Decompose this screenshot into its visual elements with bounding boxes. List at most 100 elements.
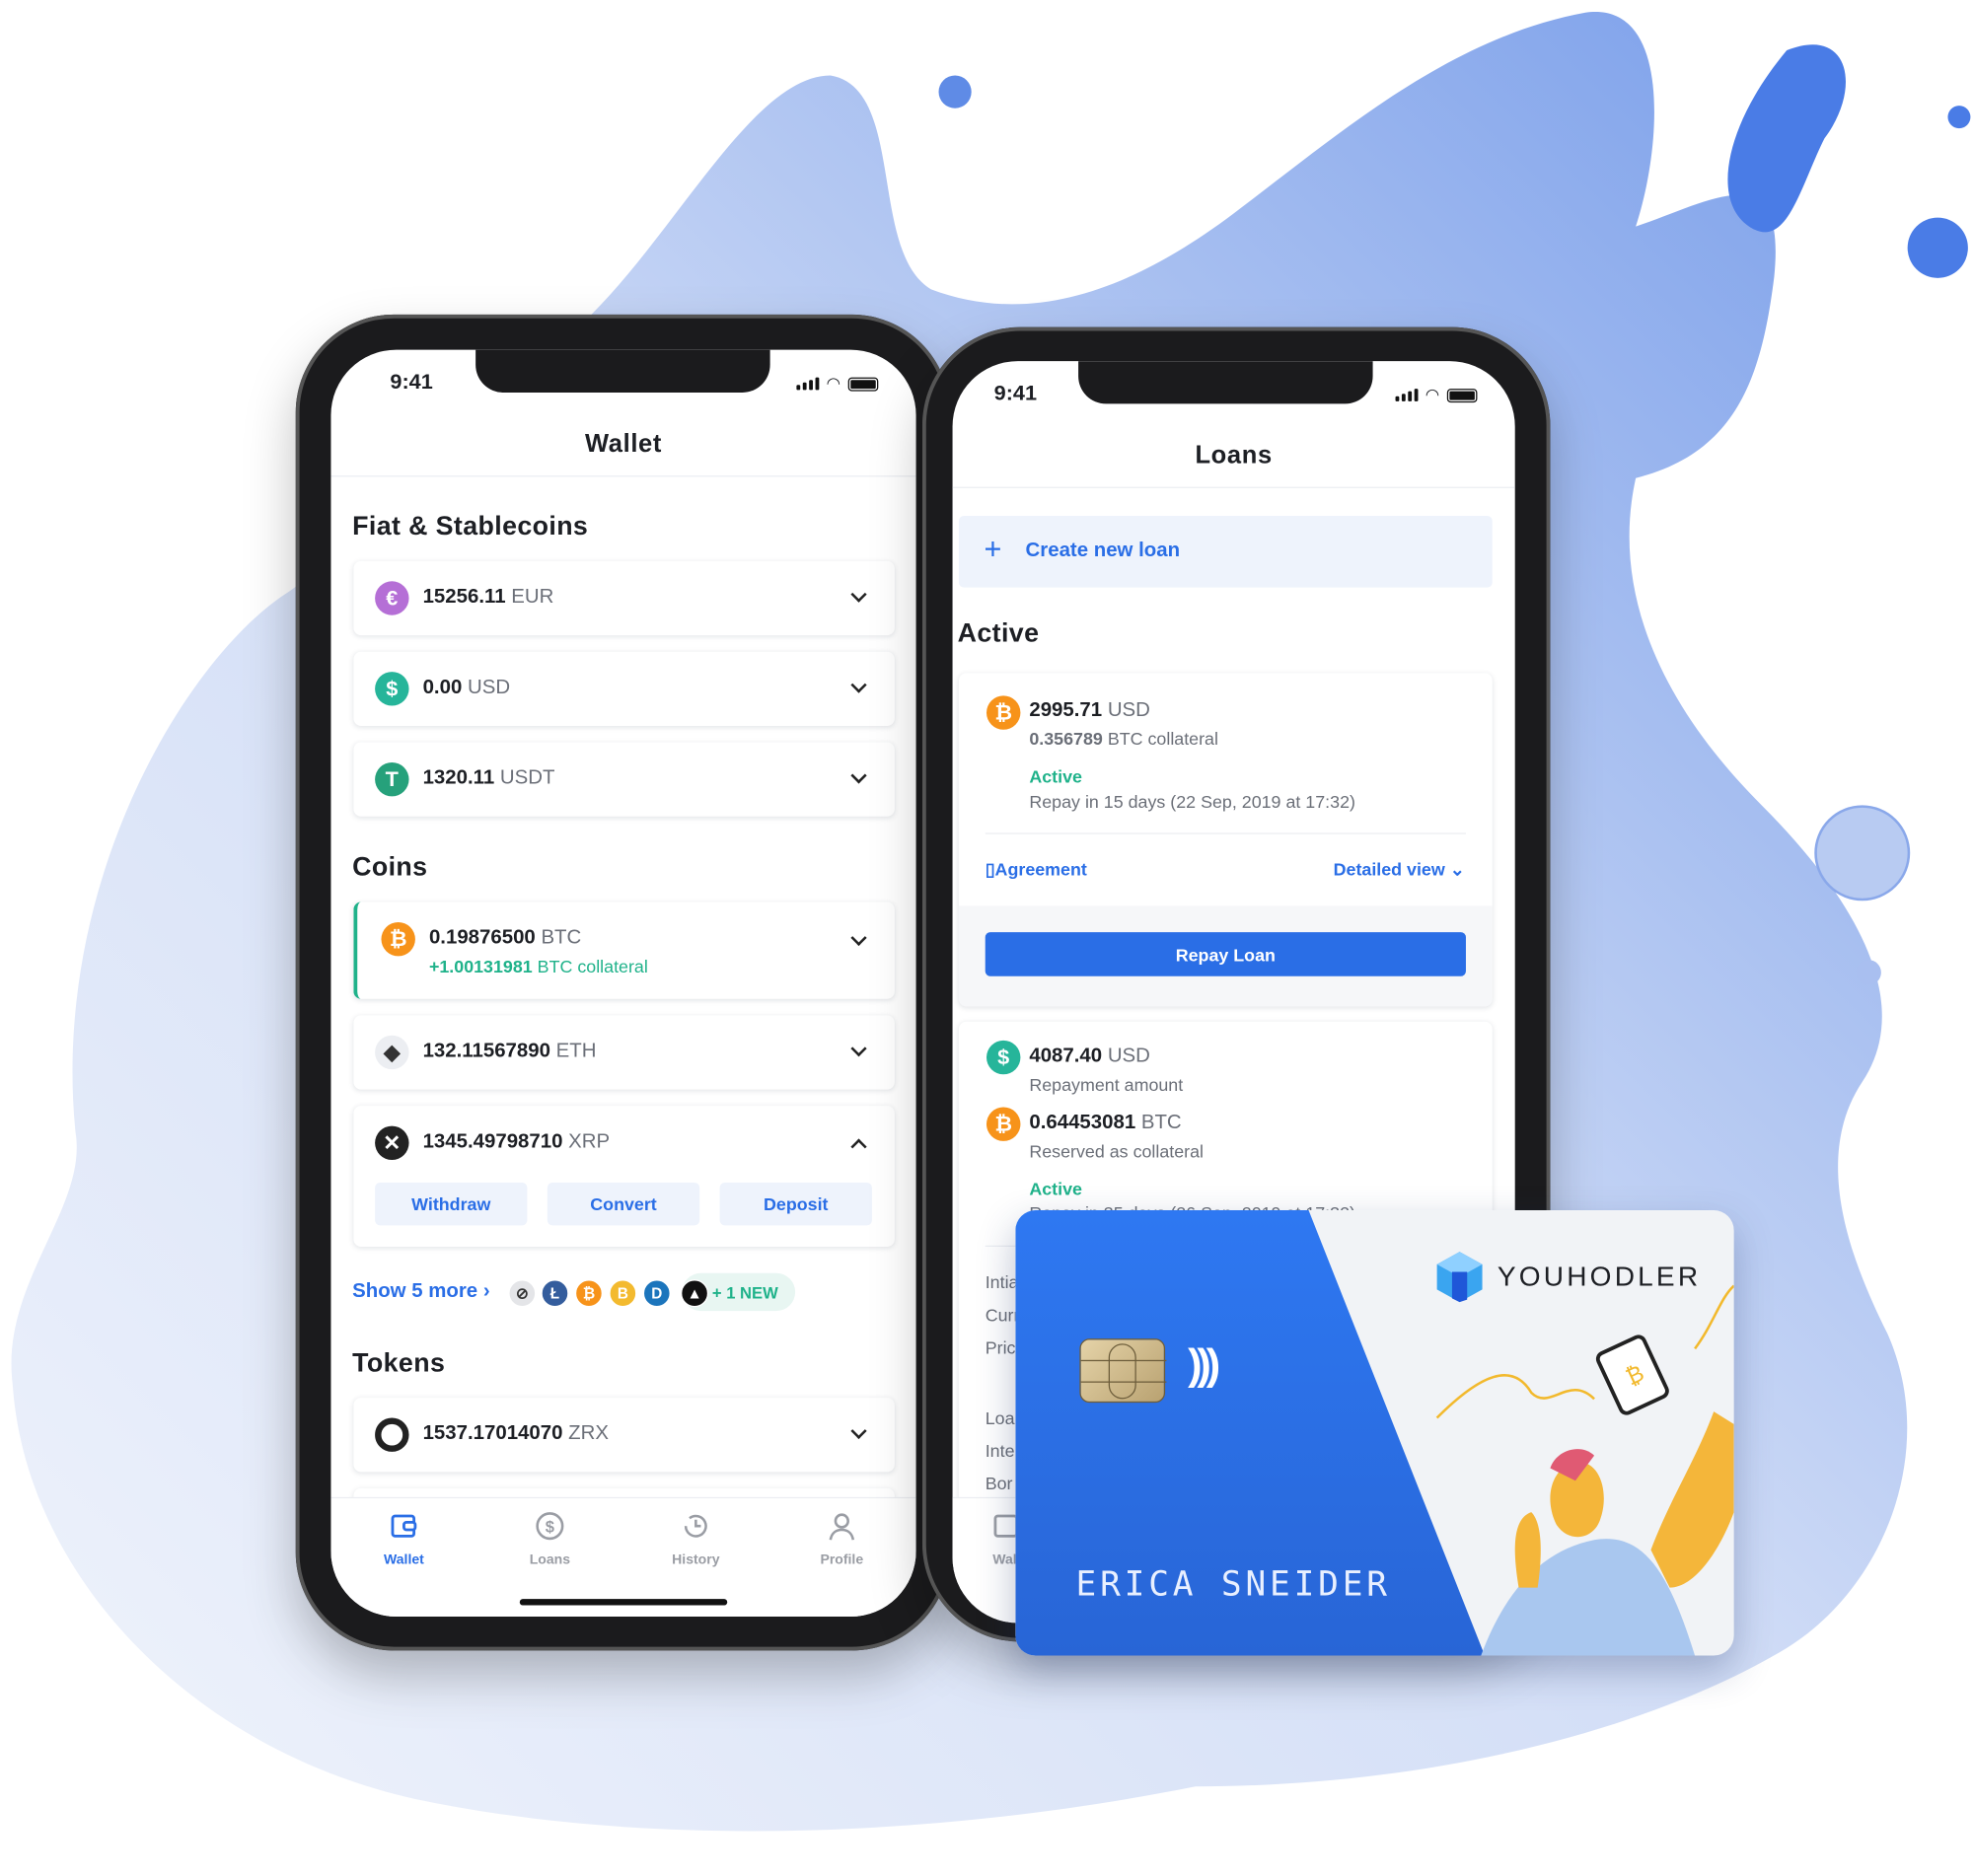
create-loan-label: Create new loan: [1025, 540, 1181, 561]
binance-coin-icon: B: [609, 1279, 637, 1308]
document-icon: ▯: [985, 859, 995, 880]
chevron-down-icon: ⌄: [1449, 859, 1465, 880]
header-divider: [330, 475, 916, 477]
wallet-row-btc[interactable]: ₿ 0.19876500 BTC +1.00131981 BTC collate…: [353, 902, 895, 999]
tab-wallet[interactable]: Wallet: [353, 1511, 454, 1567]
section-coins: Coins: [352, 852, 428, 883]
youhodler-logo-icon: [1436, 1252, 1483, 1303]
status-time: 9:41: [993, 381, 1038, 405]
tab-profile[interactable]: Profile: [791, 1511, 892, 1567]
bank-card: ₿ ))) YOUHODLER ERICA SNEIDER: [1015, 1210, 1734, 1656]
dash-icon: D: [642, 1279, 671, 1308]
section-fiat: Fiat & Stablecoins: [352, 512, 589, 541]
chevron-down-icon[interactable]: [850, 1041, 867, 1057]
tab-label: Wallet: [384, 1551, 424, 1568]
tab-history[interactable]: History: [645, 1511, 746, 1567]
unit: BTC: [1140, 1112, 1182, 1134]
dollar-icon: $: [986, 1040, 1021, 1075]
amount: 0.19876500: [428, 927, 536, 949]
unit: ZRX: [568, 1422, 609, 1445]
card-holder-name: ERICA SNEIDER: [1075, 1564, 1391, 1605]
detail-label: Pric: [985, 1336, 1016, 1358]
bitcoin-icon: ₿: [986, 695, 1021, 730]
chevron-down-icon[interactable]: [850, 1422, 867, 1439]
status-icons: ◠: [795, 374, 879, 394]
repay-due: Repay in 15 days (22 Sep, 2019 at 17:32): [1029, 791, 1355, 812]
detailed-view-link[interactable]: Detailed view ⌄: [1334, 859, 1465, 881]
collateral-amount: +1.00131981: [428, 956, 533, 976]
zrx-icon: [375, 1417, 409, 1452]
section-tokens: Tokens: [352, 1348, 446, 1378]
loan-amount: 2995.71: [1029, 699, 1103, 721]
bitcoin-icon: ₿: [381, 921, 415, 957]
detail-label: Bor: [985, 1473, 1013, 1494]
card-brand: YOUHODLER: [1497, 1261, 1702, 1292]
wallet-row-xrp[interactable]: ✕ 1345.49798710 XRP Withdraw Convert Dep…: [353, 1106, 895, 1248]
unit: USDT: [499, 767, 555, 789]
divider: [985, 832, 1466, 834]
dollar-circle-icon: $: [536, 1512, 564, 1541]
detail-label: Intia: [985, 1271, 1019, 1292]
battery-icon: [847, 377, 879, 392]
amount: 1537.17014070: [422, 1422, 563, 1445]
tether-icon: T: [375, 761, 409, 797]
agreement-link[interactable]: ▯Agreement: [986, 859, 1087, 881]
chevron-up-icon[interactable]: [850, 1138, 867, 1155]
status-badge: Active: [1029, 765, 1082, 787]
detail-label: Loa: [985, 1407, 1015, 1428]
chevron-down-icon[interactable]: [850, 929, 867, 947]
eos-icon: ▲: [681, 1279, 709, 1308]
wallet-row-eur[interactable]: € 15256.11 EUR: [353, 560, 895, 636]
litecoin-icon: Ł: [541, 1279, 569, 1308]
wallet-screen: 9:41 ◠ Wallet Fiat & Stablecoins € 15256…: [330, 349, 916, 1618]
chip-icon: [1079, 1338, 1167, 1404]
tab-label: Profile: [820, 1551, 864, 1568]
collateral-amount: 0.64453081: [1029, 1112, 1136, 1134]
agreement-label: Agreement: [994, 859, 1087, 880]
deposit-button[interactable]: Deposit: [719, 1182, 872, 1226]
withdraw-button[interactable]: Withdraw: [375, 1182, 528, 1226]
unit: XRP: [568, 1130, 611, 1153]
chevron-down-icon[interactable]: [850, 767, 867, 784]
history-icon: [684, 1514, 707, 1538]
page-title: Loans: [1195, 441, 1273, 469]
repayment-amount: 4087.40: [1029, 1045, 1103, 1067]
amount: 1345.49798710: [422, 1130, 563, 1153]
show-more-label: Show 5 more: [352, 1280, 478, 1303]
create-loan-button[interactable]: + Create new loan: [958, 515, 1493, 588]
notch: [475, 349, 770, 393]
unit: ETH: [555, 1040, 597, 1062]
new-badge: + 1 NEW: [711, 1283, 778, 1303]
wallet-row-usd[interactable]: $ 0.00 USD: [353, 651, 895, 726]
chevron-down-icon[interactable]: [850, 677, 867, 693]
wallet-row-eth[interactable]: ◆ 132.11567890 ETH: [353, 1015, 895, 1090]
collateral-label: Reserved as collateral: [1029, 1140, 1205, 1162]
header-divider: [952, 486, 1515, 488]
wallet-row-zrx[interactable]: 1537.17014070 ZRX: [353, 1398, 895, 1473]
wifi-icon: ◠: [1425, 385, 1440, 404]
chevron-down-icon[interactable]: [850, 586, 867, 603]
stellar-icon: ⊘: [508, 1279, 537, 1308]
tab-bar: Wallet $ Loans History Profile: [330, 1496, 916, 1618]
show-more-link[interactable]: Show 5 more ›: [352, 1280, 489, 1303]
unit: BTC: [541, 927, 582, 949]
wallet-row-usdt[interactable]: T 1320.11 USDT: [353, 742, 895, 817]
home-indicator: [519, 1599, 728, 1606]
unit: USD: [1107, 1045, 1150, 1067]
repayment-label: Repayment amount: [1029, 1074, 1184, 1095]
dollar-icon: $: [375, 672, 409, 706]
convert-button[interactable]: Convert: [547, 1182, 700, 1226]
repay-loan-button[interactable]: Repay Loan: [985, 932, 1466, 976]
section-active: Active: [957, 618, 1040, 648]
bitcoin-cash-icon: ₿: [574, 1279, 603, 1308]
amount: 0.00: [422, 677, 463, 698]
bitcoin-icon: ₿: [986, 1107, 1021, 1141]
ethereum-icon: ◆: [375, 1035, 409, 1070]
tab-loans[interactable]: $ Loans: [499, 1511, 600, 1567]
collateral-label: BTC collateral: [1107, 728, 1218, 749]
signal-icon: [795, 377, 819, 391]
tab-label: Loans: [529, 1551, 571, 1568]
amount: 132.11567890: [422, 1040, 550, 1062]
collateral-amount: 0.356789: [1029, 728, 1103, 749]
status-badge: Active: [1029, 1179, 1082, 1199]
